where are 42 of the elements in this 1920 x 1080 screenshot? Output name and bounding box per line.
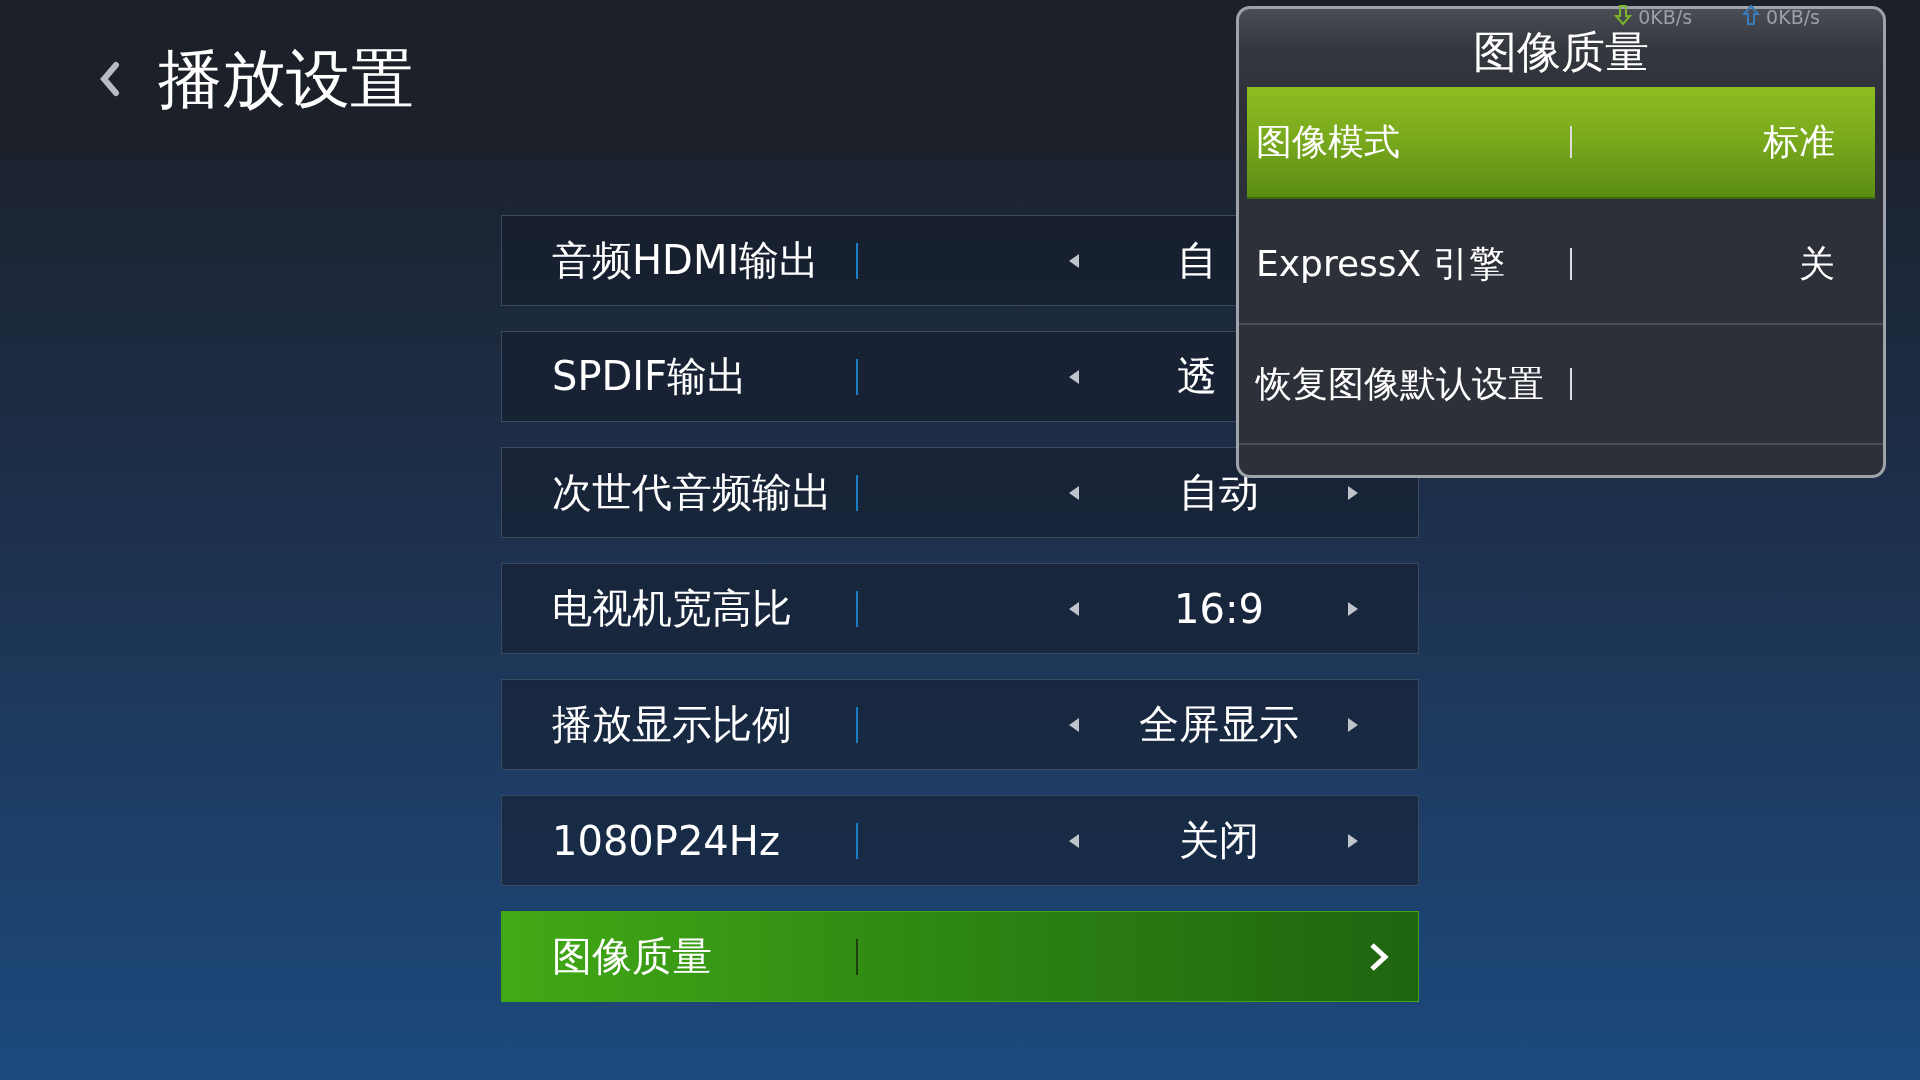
setting-label: 次世代音频输出 [552,468,833,517]
dialog-title: 图像质量 [1472,26,1650,79]
setting-row[interactable]: 音频HDMI输出 自 [501,215,1236,306]
setting-value: 全屏显示 [1138,700,1300,749]
setting-label: 1080P24Hz [552,817,781,864]
setting-value: 自动 [1178,468,1260,517]
transfer-rate: 0KB/s [1638,6,1693,28]
setting-label: 图像质量 [552,932,713,981]
setting-label: SPDIF输出 [552,352,749,401]
setting-value: 透 [1177,352,1217,401]
setting-row[interactable]: 播放显示比例 全屏显示 [501,679,1419,770]
setting-value: 自 [1177,236,1217,285]
setting-row[interactable]: SPDIF输出 透 [501,331,1236,422]
left-arrow-icon[interactable] [1069,833,1079,848]
item-value: 关 [1799,241,1835,286]
setting-label: 音频HDMI输出 [552,236,821,285]
chevron-right-icon [1368,941,1390,972]
dialog-item[interactable]: 恢复图像默认设置 [1239,325,1883,445]
setting-label: 播放显示比例 [552,700,793,749]
right-arrow-icon[interactable] [1348,833,1358,848]
item-label: 恢复图像默认设置 [1256,361,1545,406]
left-arrow-icon[interactable] [1069,717,1079,732]
dialog-item[interactable]: ExpressX 引擎 关 [1239,205,1883,325]
item-label: ExpressX 引擎 [1256,241,1506,286]
setting-value: 关闭 [1178,816,1260,865]
setting-value: 16:9 [1173,585,1265,632]
left-arrow-icon[interactable] [1069,253,1079,268]
right-arrow-icon[interactable] [1348,485,1358,500]
setting-row[interactable]: 次世代音频输出 自动 [501,447,1419,538]
left-arrow-icon[interactable] [1069,369,1079,384]
left-arrow-icon[interactable] [1069,601,1079,616]
left-arrow-icon[interactable] [1069,485,1079,500]
item-value: 标准 [1763,119,1835,164]
setting-label: 电视机宽高比 [552,584,793,633]
right-arrow-icon[interactable] [1348,717,1358,732]
setting-row[interactable]: 电视机宽高比 16:9 [501,563,1419,654]
item-label: 图像模式 [1256,119,1401,164]
setting-row[interactable]: 1080P24Hz 关闭 [501,795,1419,886]
right-arrow-icon[interactable] [1348,601,1358,616]
back-icon[interactable] [98,59,122,99]
transfer-rate: 0KB/s [1766,6,1820,28]
page-title: 播放设置 [158,47,414,111]
